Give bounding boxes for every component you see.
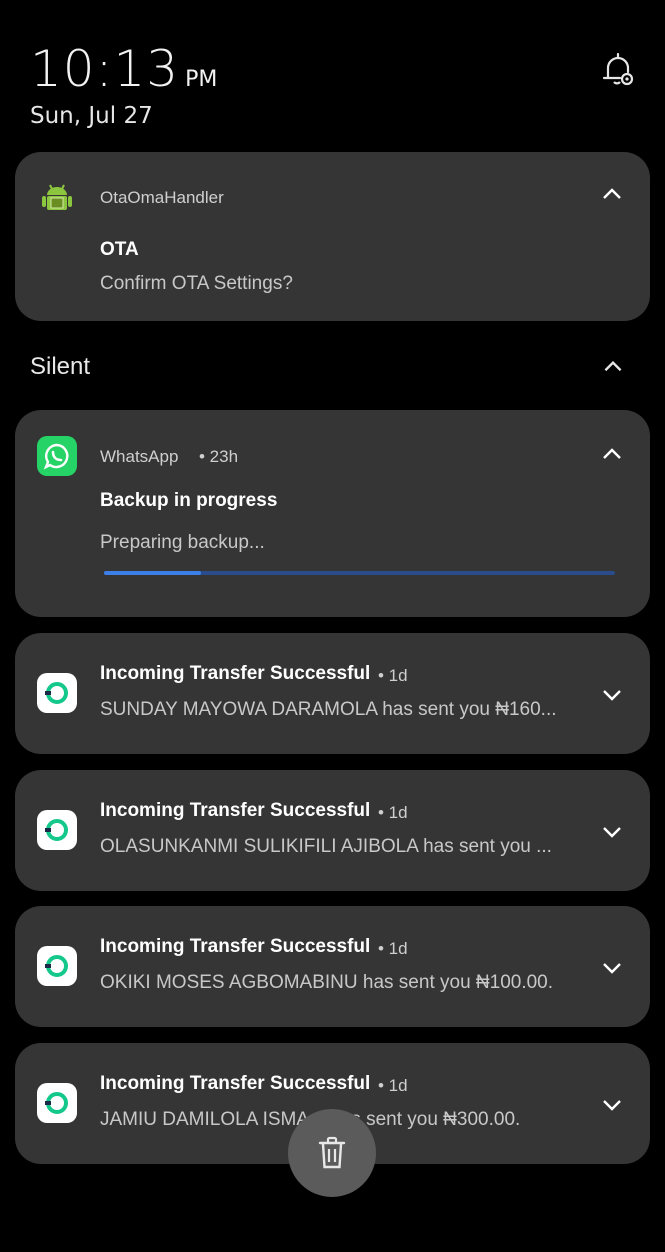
- transfer-time: • 1d: [378, 939, 408, 958]
- backup-progress-fill: [104, 571, 202, 575]
- transfer-time: • 1d: [378, 666, 408, 685]
- clock: 10:13 PM: [30, 40, 217, 98]
- transfer-notification[interactable]: Incoming Transfer Successful • 1d OLASUN…: [15, 770, 650, 891]
- transfer-title: Incoming Transfer Successful: [100, 800, 371, 821]
- chevron-up-icon[interactable]: [600, 443, 624, 467]
- chevron-down-icon[interactable]: [600, 1092, 624, 1116]
- ota-title: OTA: [100, 239, 139, 260]
- whatsapp-icon: [37, 436, 77, 476]
- transfer-body: OLASUNKANMI SULIKIFILI AJIBOLA has sent …: [100, 836, 552, 857]
- chevron-down-icon[interactable]: [600, 819, 624, 843]
- whatsapp-app-name: WhatsApp: [100, 447, 179, 466]
- trash-icon: [318, 1136, 346, 1169]
- opay-icon: [37, 1083, 77, 1123]
- whatsapp-title: Backup in progress: [100, 490, 278, 511]
- clock-ampm: PM: [185, 67, 218, 92]
- ota-notification[interactable]: OtaOmaHandler OTA Confirm OTA Settings?: [15, 152, 650, 321]
- section-silent-label: Silent: [30, 353, 91, 380]
- ota-app-name: OtaOmaHandler: [100, 188, 224, 207]
- transfer-time: • 1d: [378, 803, 408, 822]
- transfer-time: • 1d: [378, 1076, 408, 1095]
- backup-progress-bar: [104, 571, 615, 575]
- clock-time: 10:13: [30, 40, 180, 98]
- transfer-body: OKIKI MOSES AGBOMABINU has sent you ₦100…: [100, 972, 554, 993]
- ota-body: Confirm OTA Settings?: [100, 273, 293, 294]
- opay-icon: [37, 810, 77, 850]
- whatsapp-time: • 23h: [199, 447, 239, 466]
- android-icon: [37, 178, 77, 218]
- chevron-up-icon[interactable]: [600, 183, 624, 207]
- transfer-title: Incoming Transfer Successful: [100, 1073, 371, 1094]
- transfer-title: Incoming Transfer Successful: [100, 936, 371, 957]
- opay-icon: [37, 946, 77, 986]
- date: Sun, Jul 27: [30, 103, 153, 129]
- transfer-notification[interactable]: Incoming Transfer Successful • 1d OKIKI …: [15, 906, 650, 1027]
- chevron-up-icon[interactable]: [600, 354, 626, 380]
- whatsapp-notification[interactable]: WhatsApp • 23h Backup in progress Prepar…: [15, 410, 650, 617]
- transfer-body: SUNDAY MAYOWA DARAMOLA has sent you ₦160…: [100, 699, 557, 720]
- opay-icon: [37, 673, 77, 713]
- notification-settings-icon[interactable]: [598, 50, 638, 90]
- clear-all-button[interactable]: [288, 1109, 376, 1197]
- chevron-down-icon[interactable]: [600, 955, 624, 979]
- chevron-down-icon[interactable]: [600, 682, 624, 706]
- transfer-notification[interactable]: Incoming Transfer Successful • 1d SUNDAY…: [15, 633, 650, 754]
- transfer-title: Incoming Transfer Successful: [100, 663, 371, 684]
- whatsapp-body: Preparing backup...: [100, 532, 265, 553]
